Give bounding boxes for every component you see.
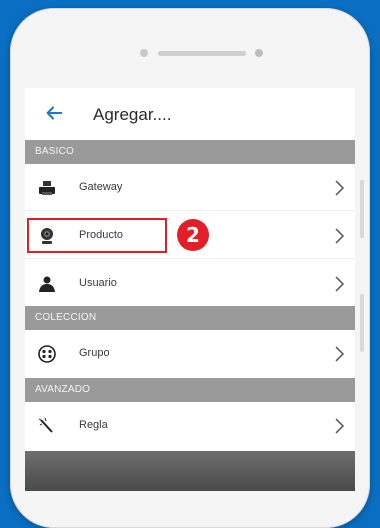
earpiece-speaker [158,51,246,56]
divider [25,258,355,259]
chevron-right-icon [335,228,345,244]
divider [25,210,355,211]
proximity-sensor [255,49,263,57]
app-screen: Agregar.... BASICO Gateway Producto Usua… [25,88,355,491]
list-item-label: Usuario [79,277,117,289]
list-item-label: Grupo [79,347,110,359]
list-item-gateway[interactable]: Gateway [25,166,355,210]
front-camera [140,49,148,57]
list-item-regla[interactable]: Regla [25,404,355,448]
chevron-right-icon [335,418,345,434]
chevron-right-icon [335,180,345,196]
list-item-usuario[interactable]: Usuario [25,262,355,306]
app-bar: Agregar.... [25,88,355,140]
highlight-box-producto [27,218,167,253]
volume-up-button [360,180,364,238]
back-arrow-icon[interactable] [43,102,65,124]
group-icon [38,345,56,363]
section-header-basico: BASICO [25,140,355,164]
section-label: BASICO [35,146,74,157]
volume-down-button [360,294,364,352]
user-icon [39,276,55,292]
section-header-coleccion: COLECCION [25,306,355,330]
list-item-label: Regla [79,419,108,431]
chevron-right-icon [335,276,345,292]
step-number-badge: 2 [177,219,209,251]
background-image-strip [25,451,355,491]
section-header-avanzado: AVANZADO [25,378,355,402]
chevron-right-icon [335,346,345,362]
magic-wand-icon [38,417,53,433]
section-label: AVANZADO [35,384,91,395]
section-label: COLECCION [35,312,97,323]
list-item-grupo[interactable]: Grupo [25,332,355,376]
printer-icon [39,181,55,195]
page-title: Agregar.... [93,105,172,124]
list-item-label: Gateway [79,181,123,193]
